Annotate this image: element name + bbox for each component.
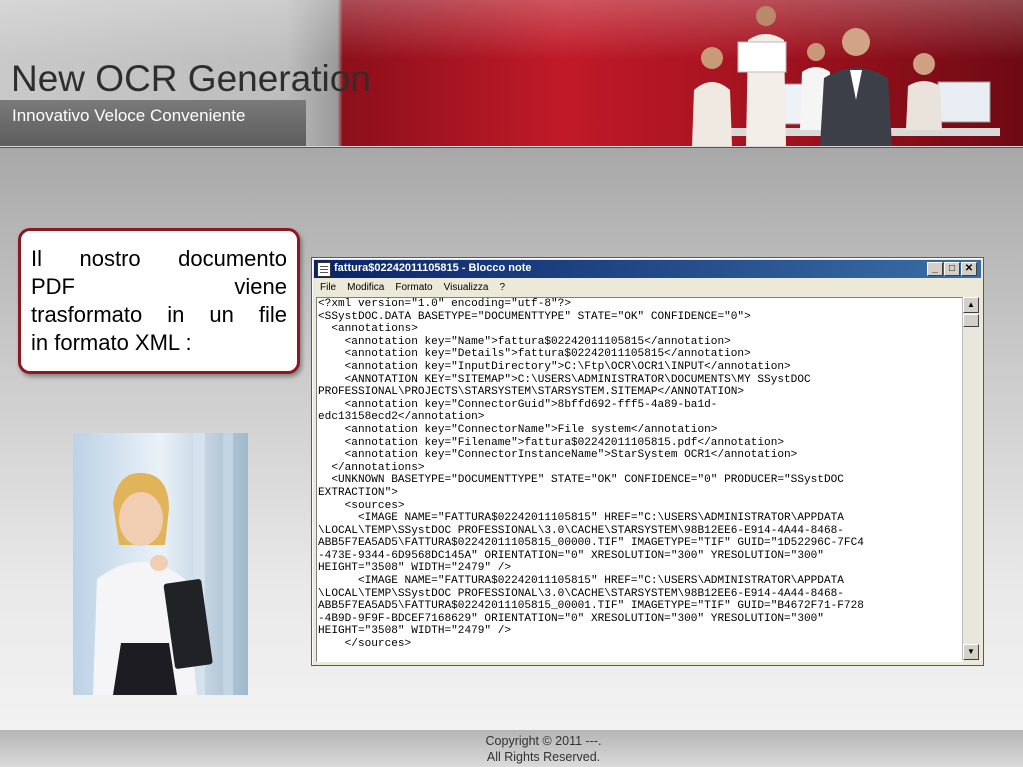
xml-line: <annotation key="ConnectorInstanceName">…	[318, 449, 798, 462]
xml-line: <IMAGE NAME="FATTURA$02242011105815" HRE…	[318, 512, 844, 525]
callout-line-4: in formato XML :	[31, 330, 192, 355]
callout-line-1: Il nostro documento	[31, 246, 287, 271]
xml-line: <sources>	[318, 499, 405, 512]
scroll-up-arrow-icon[interactable]: ▲	[963, 297, 979, 313]
xml-line: \LOCAL\TEMP\SSystDOC PROFESSIONAL\3.0\CA…	[318, 587, 844, 600]
menu-visualizza[interactable]: Visualizza	[444, 279, 489, 296]
page-subtitle: Innovativo Veloce Conveniente	[12, 106, 246, 125]
page-title: New OCR Generation	[11, 58, 371, 99]
xml-line: <annotation key="Filename">fattura$02242…	[318, 436, 785, 449]
menu-formato[interactable]: Formato	[395, 279, 432, 296]
xml-line: <annotations>	[318, 323, 418, 336]
notepad-text-area[interactable]: <?xml version="1.0" encoding="utf-8"?> <S…	[316, 297, 963, 662]
minimize-button[interactable]: _	[927, 262, 943, 276]
xml-line: <SSystDOC.DATA BASETYPE="DOCUMENTTYPE" S…	[318, 310, 751, 323]
xml-line: <annotation key="ConnectorGuid">8bffd692…	[318, 398, 718, 411]
xml-line: ABB5F7EA5AD5\FATTURA$02242011105815_0000…	[318, 537, 864, 550]
notepad-titlebar[interactable]: fattura$02242011105815 - Blocco note _ □…	[314, 260, 981, 278]
xml-line: <annotation key="ConnectorName">File sys…	[318, 423, 718, 436]
xml-line: </annotations>	[318, 461, 425, 474]
xml-line: ABB5F7EA5AD5\FATTURA$02242011105815_0000…	[318, 600, 864, 613]
xml-line: <IMAGE NAME="FATTURA$02242011105815" HRE…	[318, 575, 844, 588]
xml-line: <annotation key="Name">fattura$022420111…	[318, 335, 731, 348]
xml-line: edc13158ecd2</annotation>	[318, 411, 485, 424]
footer: Copyright © 2011 ---. All Rights Reserve…	[0, 730, 1023, 767]
scroll-thumb[interactable]	[963, 314, 979, 327]
xml-line: -473E-9344-6D9568DC145A" ORIENTATION="0"…	[318, 549, 824, 562]
menu-help[interactable]: ?	[499, 279, 505, 296]
notepad-menubar: File Modifica Formato Visualizza?	[314, 279, 981, 296]
header-banner: New OCR Generation Innovativo Veloce Con…	[0, 0, 1023, 146]
business-team-image	[692, 6, 1000, 146]
close-button[interactable]: ✕	[961, 262, 977, 276]
notepad-title: fattura$02242011105815 - Blocco note	[334, 262, 532, 274]
callout-line-3: trasformato in un file	[31, 302, 287, 327]
businesswoman-photo	[73, 433, 248, 695]
menu-modifica[interactable]: Modifica	[347, 279, 384, 296]
callout-line-2: PDF viene	[31, 274, 287, 299]
xml-line: <ANNOTATION KEY="SITEMAP">C:\USERS\ADMIN…	[318, 373, 811, 386]
menu-file[interactable]: File	[320, 279, 336, 296]
xml-line: <annotation key="Details">fattura$022420…	[318, 348, 751, 361]
scroll-down-arrow-icon[interactable]: ▼	[963, 644, 979, 660]
xml-line: <annotation key="InputDirectory">C:\Ftp\…	[318, 360, 791, 373]
xml-line: </sources>	[318, 638, 412, 651]
notepad-icon	[317, 262, 331, 277]
xml-line: EXTRACTION">	[318, 486, 398, 499]
xml-line: \LOCAL\TEMP\SSystDOC PROFESSIONAL\3.0\CA…	[318, 524, 844, 537]
xml-line: PROFESSIONAL\PROJECTS\STARSYSTEM\STARSYS…	[318, 386, 745, 399]
xml-content: <?xml version="1.0" encoding="utf-8"?> <S…	[317, 298, 962, 651]
vertical-scrollbar[interactable]: ▲ ▼	[962, 297, 979, 660]
rights-line: All Rights Reserved.	[486, 750, 601, 764]
xml-line: HEIGHT="3508" WIDTH="2479" />	[318, 562, 512, 575]
xml-line: -4B9D-9F9F-BDCEF7168629" ORIENTATION="0"…	[318, 612, 824, 625]
notepad-window: fattura$02242011105815 - Blocco note _ □…	[311, 257, 984, 666]
description-callout: Il nostro documento PDF viene trasformat…	[18, 228, 300, 374]
xml-line: HEIGHT="3508" WIDTH="2479" />	[318, 625, 512, 638]
copyright-line: Copyright © 2011 ---.	[485, 734, 602, 748]
xml-line: <UNKNOWN BASETYPE="DOCUMENTTYPE" STATE="…	[318, 474, 844, 487]
xml-line: <?xml version="1.0" encoding="utf-8"?>	[318, 298, 571, 310]
maximize-button[interactable]: □	[944, 262, 960, 276]
